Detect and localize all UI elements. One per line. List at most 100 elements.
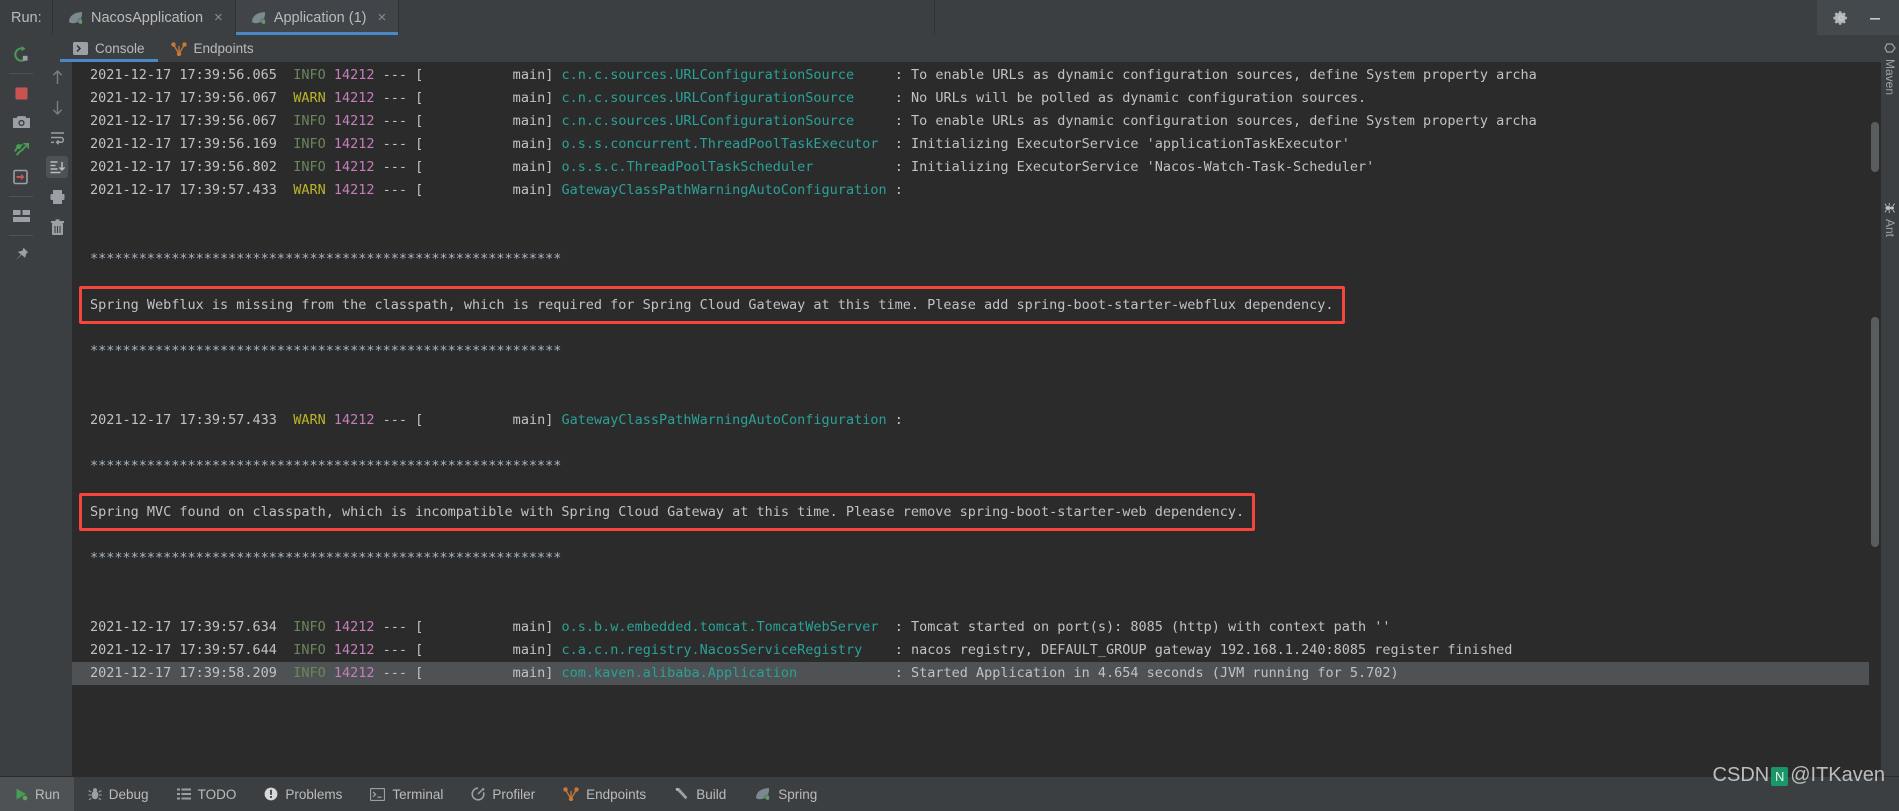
log-pid: 14212 <box>333 412 375 428</box>
log-level: INFO <box>293 642 326 658</box>
status-item-run[interactable]: Run <box>0 777 74 811</box>
status-item-label: Build <box>696 786 727 802</box>
profiler-icon <box>471 787 485 801</box>
status-item-label: Run <box>35 786 60 802</box>
exit-icon[interactable] <box>6 164 36 190</box>
sidebar-item-ant[interactable]: Ant <box>1883 199 1897 240</box>
log-blank-line <box>72 363 1881 386</box>
spring-leaf-icon <box>250 11 267 25</box>
console-gutter-toolbar <box>42 62 72 776</box>
soft-wrap-icon[interactable] <box>46 126 68 148</box>
minimize-icon[interactable] <box>1867 10 1883 26</box>
log-level: INFO <box>293 619 326 635</box>
rerun-icon[interactable] <box>6 41 36 67</box>
log-logger: c.n.c.sources.URLConfigurationSource <box>561 113 887 129</box>
log-timestamp: 2021-12-17 17:39:57.433 <box>90 412 277 428</box>
console-scrollbar-thumb-lower[interactable] <box>1871 317 1879 547</box>
status-item-build[interactable]: Build <box>660 777 740 811</box>
layout-icon[interactable] <box>6 203 36 229</box>
terminal-icon <box>370 787 386 801</box>
console-icon <box>73 42 88 55</box>
pin-icon[interactable] <box>6 242 36 268</box>
log-timestamp: 2021-12-17 17:39:56.067 <box>90 113 277 129</box>
log-logger: GatewayClassPathWarningAutoConfiguration <box>561 412 887 428</box>
log-blank-line <box>72 317 1881 340</box>
build-icon <box>674 787 689 801</box>
gear-icon[interactable] <box>1833 10 1849 26</box>
console-scrollbar-track[interactable] <box>1869 62 1881 776</box>
print-icon[interactable] <box>46 186 68 208</box>
status-item-debug[interactable]: Debug <box>74 777 163 811</box>
stop-icon[interactable] <box>6 80 36 106</box>
log-blank-line <box>72 478 1881 501</box>
log-timestamp: 2021-12-17 17:39:57.634 <box>90 619 277 635</box>
sidebar-item-maven[interactable]: Maven <box>1883 39 1897 98</box>
status-item-profiler[interactable]: Profiler <box>457 777 549 811</box>
problems-icon <box>264 787 278 801</box>
tab-endpoints[interactable]: Endpoints <box>158 35 267 62</box>
log-logger: c.n.c.sources.URLConfigurationSource <box>561 67 887 83</box>
log-message: Started Application in 4.654 seconds (JV… <box>910 665 1399 681</box>
camera-icon[interactable] <box>6 108 36 134</box>
run-bar-spacer <box>934 0 1817 35</box>
log-line: 2021-12-17 17:39:56.169 INFO 14212 --- [… <box>90 136 1350 152</box>
endpoints-icon <box>563 787 579 801</box>
log-separator-line: ****************************************… <box>72 248 1881 271</box>
run-tab-1[interactable]: NacosApplication × <box>52 0 236 35</box>
log-logger: com.kaven.alibaba.Application <box>561 665 887 681</box>
status-item-spring[interactable]: Spring <box>740 777 831 811</box>
tab-console[interactable]: Console <box>60 35 158 62</box>
log-line: 2021-12-17 17:39:56.802 INFO 14212 --- [… <box>90 159 1375 175</box>
log-logger: GatewayClassPathWarningAutoConfiguration <box>561 182 887 198</box>
log-logger: o.s.s.c.ThreadPoolTaskScheduler <box>561 159 887 175</box>
log-timestamp: 2021-12-17 17:39:56.802 <box>90 159 277 175</box>
log-pid: 14212 <box>333 642 375 658</box>
log-logger: o.s.s.concurrent.ThreadPoolTaskExecutor <box>561 136 887 152</box>
toolbar-divider-2 <box>9 196 33 197</box>
log-pid: 14212 <box>333 90 375 106</box>
right-tool-strip: Maven Ant <box>1881 35 1899 776</box>
status-item-terminal[interactable]: Terminal <box>356 777 457 811</box>
log-level: INFO <box>293 665 326 681</box>
log-line: 2021-12-17 17:39:57.433 WARN 14212 --- [… <box>90 412 911 428</box>
log-stars: ****************************************… <box>90 458 562 474</box>
run-bar-actions <box>1817 0 1899 35</box>
console-body: 2021-12-17 17:39:56.065 INFO 14212 --- [… <box>42 62 1881 776</box>
log-logger: o.s.b.w.embedded.tomcat.TomcatWebServer <box>561 619 887 635</box>
status-item-label: Spring <box>778 786 818 802</box>
log-pid: 14212 <box>333 159 375 175</box>
todo-icon <box>176 788 191 800</box>
status-bar: Run Debug TODO Problems Terminal Profiler Endp… <box>0 776 1899 811</box>
console-scrollbar-thumb[interactable] <box>1871 122 1879 172</box>
sidebar-item-label: Ant <box>1883 219 1897 238</box>
endpoints-icon <box>170 41 187 56</box>
status-item-endpoints[interactable]: Endpoints <box>549 777 660 811</box>
log-message: Initializing ExecutorService 'Nacos-Watc… <box>910 159 1375 175</box>
log-stars: ****************************************… <box>90 343 562 359</box>
arrow-down-icon[interactable] <box>46 96 68 118</box>
run-tab-2[interactable]: Application (1) × <box>235 0 400 35</box>
thread-dump-icon[interactable] <box>6 136 36 162</box>
log-timestamp: 2021-12-17 17:39:58.209 <box>90 665 277 681</box>
status-item-label: Profiler <box>492 786 536 802</box>
log-blank-line <box>72 202 1881 225</box>
arrow-up-icon[interactable] <box>46 66 68 88</box>
console-output[interactable]: 2021-12-17 17:39:56.065 INFO 14212 --- [… <box>72 62 1881 776</box>
log-line: 2021-12-17 17:39:56.067 WARN 14212 --- [… <box>90 90 1367 106</box>
log-pid: 14212 <box>333 113 375 129</box>
log-level: INFO <box>293 67 326 83</box>
toolbar-divider-3 <box>9 235 33 236</box>
status-item-problems[interactable]: Problems <box>250 777 356 811</box>
run-toolbar: Run: NacosApplication × Application (1) × <box>0 0 1899 35</box>
sidebar-item-label: Maven <box>1883 59 1897 96</box>
log-blank-line <box>72 432 1881 455</box>
close-icon[interactable]: × <box>214 10 223 25</box>
close-icon[interactable]: × <box>378 10 387 25</box>
tab-label: Console <box>95 41 145 56</box>
scroll-to-end-icon[interactable] <box>46 156 68 178</box>
status-item-todo[interactable]: TODO <box>163 777 251 811</box>
log-stars: ****************************************… <box>90 251 562 267</box>
ant-icon <box>1883 202 1897 214</box>
log-level: WARN <box>293 182 326 198</box>
trash-icon[interactable] <box>46 216 68 238</box>
